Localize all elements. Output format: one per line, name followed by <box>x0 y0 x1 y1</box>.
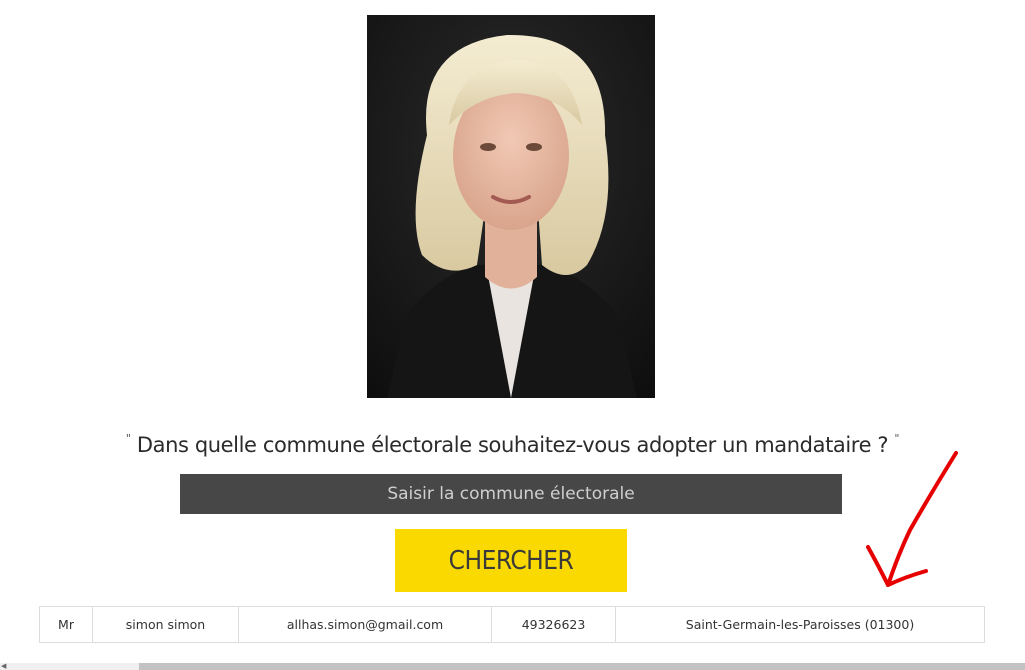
search-button[interactable]: CHERCHER <box>395 529 627 592</box>
name-cell: simon simon <box>92 606 239 643</box>
scrollbar-thumb[interactable] <box>139 663 1025 670</box>
table-row[interactable]: Mr simon simon allhas.simon@gmail.com 49… <box>39 606 985 643</box>
civility-cell: Mr <box>39 606 93 643</box>
question-text: Dans quelle commune électorale souhaitez… <box>136 433 889 457</box>
commune-cell: Saint-Germain-les-Paroisses (01300) <box>615 606 985 643</box>
question-open-quote: " <box>125 432 131 445</box>
commune-search-input[interactable] <box>180 474 842 514</box>
scroll-left-arrow-icon[interactable]: ◀ <box>1 663 6 670</box>
horizontal-scrollbar[interactable]: ◀ <box>0 663 1025 670</box>
question-close-quote: " <box>894 432 900 445</box>
candidate-portrait <box>367 15 655 398</box>
results-table: Mr simon simon allhas.simon@gmail.com 49… <box>39 606 985 643</box>
email-cell: allhas.simon@gmail.com <box>238 606 492 643</box>
number-cell: 49326623 <box>491 606 616 643</box>
red-arrow-icon <box>866 451 958 587</box>
